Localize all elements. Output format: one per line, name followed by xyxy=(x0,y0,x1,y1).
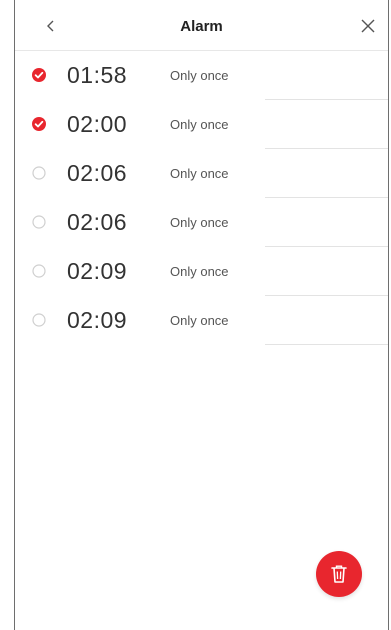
alarm-list: 01:58 Only once 02:00 Only once 02:06 On… xyxy=(15,51,388,345)
alarm-time: 02:09 xyxy=(67,307,128,333)
close-button[interactable] xyxy=(356,14,380,38)
alarm-row[interactable]: 02:09 Only once xyxy=(15,247,388,296)
alarm-row[interactable]: 02:09 Only once xyxy=(15,296,388,345)
unchecked-icon xyxy=(32,264,46,278)
alarm-repeat: Only once xyxy=(170,264,229,279)
close-icon xyxy=(361,19,375,33)
alarm-row[interactable]: 02:00 Only once xyxy=(15,100,388,149)
checked-icon xyxy=(32,68,46,82)
trash-icon xyxy=(331,565,347,583)
page-title: Alarm xyxy=(180,18,223,35)
alarm-repeat: Only once xyxy=(170,215,229,230)
checkbox[interactable] xyxy=(31,312,47,328)
checkbox[interactable] xyxy=(31,165,47,181)
delete-button[interactable] xyxy=(316,551,362,597)
checkbox[interactable] xyxy=(31,214,47,230)
alarm-time: 01:58 xyxy=(67,62,128,88)
row-divider xyxy=(265,344,388,345)
alarm-repeat: Only once xyxy=(170,166,229,181)
alarm-row[interactable]: 02:06 Only once xyxy=(15,198,388,247)
unchecked-icon xyxy=(32,166,46,180)
checkbox[interactable] xyxy=(31,116,47,132)
header: Alarm xyxy=(15,0,388,51)
alarm-repeat: Only once xyxy=(170,313,229,328)
alarm-repeat: Only once xyxy=(170,117,229,132)
alarm-time: 02:06 xyxy=(67,209,128,235)
alarm-repeat: Only once xyxy=(170,68,229,83)
unchecked-icon xyxy=(32,215,46,229)
alarm-row[interactable]: 02:06 Only once xyxy=(15,149,388,198)
alarm-row[interactable]: 01:58 Only once xyxy=(15,51,388,100)
unchecked-icon xyxy=(32,313,46,327)
alarm-time: 02:06 xyxy=(67,160,128,186)
alarm-time: 02:09 xyxy=(67,258,128,284)
alarm-time: 02:00 xyxy=(67,111,128,137)
checkbox[interactable] xyxy=(31,263,47,279)
checked-icon xyxy=(32,117,46,131)
alarm-screen: Alarm 01:58 Only once 02:00 Only once 02… xyxy=(14,0,389,630)
checkbox[interactable] xyxy=(31,67,47,83)
